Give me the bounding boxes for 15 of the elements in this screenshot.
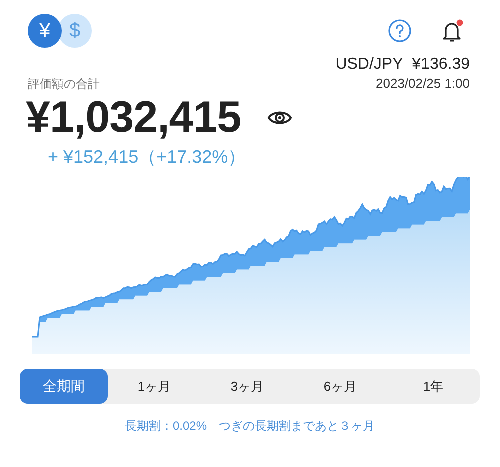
total-value: ¥1,032,415 bbox=[26, 93, 242, 143]
total-label: 評価額の合計 bbox=[28, 76, 100, 93]
period-tab[interactable]: 6ヶ月 bbox=[294, 369, 387, 404]
period-tab[interactable]: 3ヶ月 bbox=[201, 369, 294, 404]
currency-toggle[interactable]: ¥ bbox=[28, 14, 62, 48]
eye-icon[interactable] bbox=[267, 109, 294, 127]
period-tab[interactable]: 1ヶ月 bbox=[108, 369, 201, 404]
footer-note: 長期割：0.02% つぎの長期割まであと３ヶ月 bbox=[124, 418, 376, 435]
total-change: + ¥152,415（+17.32%） bbox=[48, 146, 248, 169]
help-icon[interactable] bbox=[388, 19, 412, 43]
period-tab[interactable]: 1年 bbox=[387, 369, 480, 404]
bell-icon[interactable] bbox=[440, 18, 466, 44]
rate-timestamp: 2023/02/25 1:00 bbox=[376, 76, 470, 91]
period-tab[interactable]: 全期間 bbox=[20, 369, 108, 404]
exchange-rate: USD/JPY ¥136.39 bbox=[334, 56, 470, 74]
